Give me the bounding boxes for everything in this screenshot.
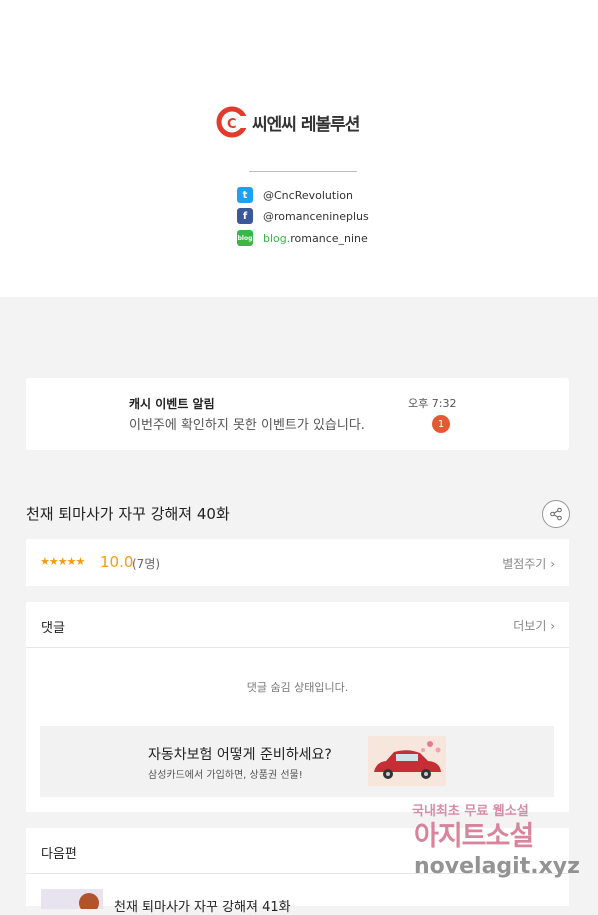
ad-banner[interactable]: 자동차보험 어떻게 준비하세요? 삼성카드에서 가입하면, 상품권 선물! (40, 726, 554, 797)
twitter-icon: t (237, 187, 253, 203)
episode-title: 천재 퇴마사가 자꾸 강해져 40화 (26, 505, 230, 523)
ad-title: 자동차보험 어떻게 준비하세요? (148, 747, 332, 763)
rating-score: 10.0 (100, 553, 134, 571)
social-facebook[interactable]: f @romancenineplus (237, 208, 369, 224)
rate-button-label: 별점주기 (502, 557, 547, 571)
next-episode-thumbnail[interactable] (41, 889, 103, 913)
comments-title: 댓글 (41, 621, 65, 636)
watermark-line3: novelagit.xyz (414, 854, 580, 879)
social-blog[interactable]: blog blog. romance_nine (237, 230, 368, 246)
site-watermark: 국내최초 무료 웹소설 아지트소설 novelagit.xyz (412, 800, 582, 886)
facebook-handle: @romancenineplus (263, 209, 369, 223)
twitter-handle: @CncRevolution (263, 188, 353, 202)
watermark-line2: 아지트소설 (414, 821, 534, 852)
comments-hidden-message: 댓글 숨김 상태입니다. (246, 681, 349, 694)
notice-title: 캐시 이벤트 알림 (129, 397, 215, 411)
comments-header: 댓글 더보기 › (26, 602, 569, 648)
next-episode-title: 다음편 (41, 847, 77, 862)
blog-handle: romance_nine (290, 231, 368, 245)
ad-car-image (368, 736, 446, 786)
blog-prefix: blog. (263, 231, 291, 245)
banner-divider (249, 171, 357, 172)
star-rating-icon: ★★★★★ (40, 555, 85, 568)
svg-text:C: C (227, 117, 237, 132)
rating-count: (7명) (132, 557, 161, 571)
publisher-banner: C 씨엔씨 레볼루션 t @CncRevolution f @romanceni… (0, 0, 598, 297)
rate-button[interactable]: 별점주기 › (502, 555, 555, 572)
chevron-right-icon: › (550, 619, 555, 633)
share-icon (550, 507, 562, 521)
comments-more-button[interactable]: 더보기 › (513, 617, 555, 634)
brand-name: 씨엔씨 레볼루션 (252, 114, 360, 135)
comments-section: 댓글 더보기 › 댓글 숨김 상태입니다. 자동차보험 어떻게 준비하세요? 삼… (26, 602, 569, 812)
notice-time: 오후 7:32 (408, 397, 457, 410)
social-twitter[interactable]: t @CncRevolution (237, 187, 353, 203)
cash-event-notice[interactable]: 캐시 이벤트 알림 이번주에 확인하지 못한 이벤트가 있습니다. 오후 7:3… (26, 378, 569, 450)
share-button[interactable] (542, 500, 570, 528)
comments-more-label: 더보기 (513, 619, 547, 633)
publisher-logo[interactable]: C 씨엔씨 레볼루션 (216, 105, 360, 139)
notice-message: 이번주에 확인하지 못한 이벤트가 있습니다. (129, 418, 365, 433)
rating-card: ★★★★★ 10.0 (7명) 별점주기 › (26, 539, 569, 586)
cnc-logo-icon: C (216, 105, 250, 139)
facebook-icon: f (237, 208, 253, 224)
blog-icon: blog (237, 230, 253, 246)
chevron-right-icon: › (550, 557, 555, 571)
notice-badge: 1 (432, 415, 450, 433)
ad-subtitle: 삼성카드에서 가입하면, 상품권 선물! (148, 770, 303, 781)
